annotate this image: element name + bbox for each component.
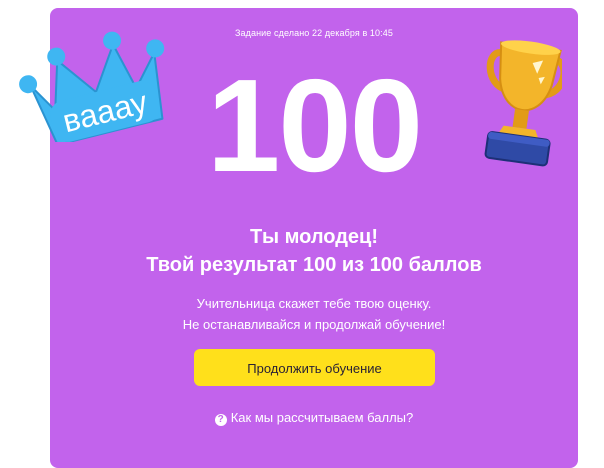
trophy-icon	[484, 40, 562, 167]
score-help-link[interactable]: ? Как мы рассчитываем баллы?	[50, 410, 578, 426]
crown-ball-icon	[103, 31, 122, 50]
score-help-text[interactable]: Как мы рассчитываем баллы?	[231, 410, 414, 425]
crown-sticker: вааау	[19, 31, 165, 142]
result-title: Ты молодец!	[249, 226, 378, 248]
continue-learning-button[interactable]: Продолжить обучение	[194, 349, 435, 386]
hint-line-1: Учительница скажет тебе твою оценку.	[196, 296, 432, 311]
hint-line-2: Не останавливайся и продолжай обучение!	[182, 317, 446, 332]
crown-ball-icon	[47, 47, 66, 66]
result-summary: Твой результат 100 из 100 баллов	[146, 254, 482, 276]
crown-ball-icon	[146, 39, 165, 58]
question-icon: ?	[214, 414, 227, 426]
